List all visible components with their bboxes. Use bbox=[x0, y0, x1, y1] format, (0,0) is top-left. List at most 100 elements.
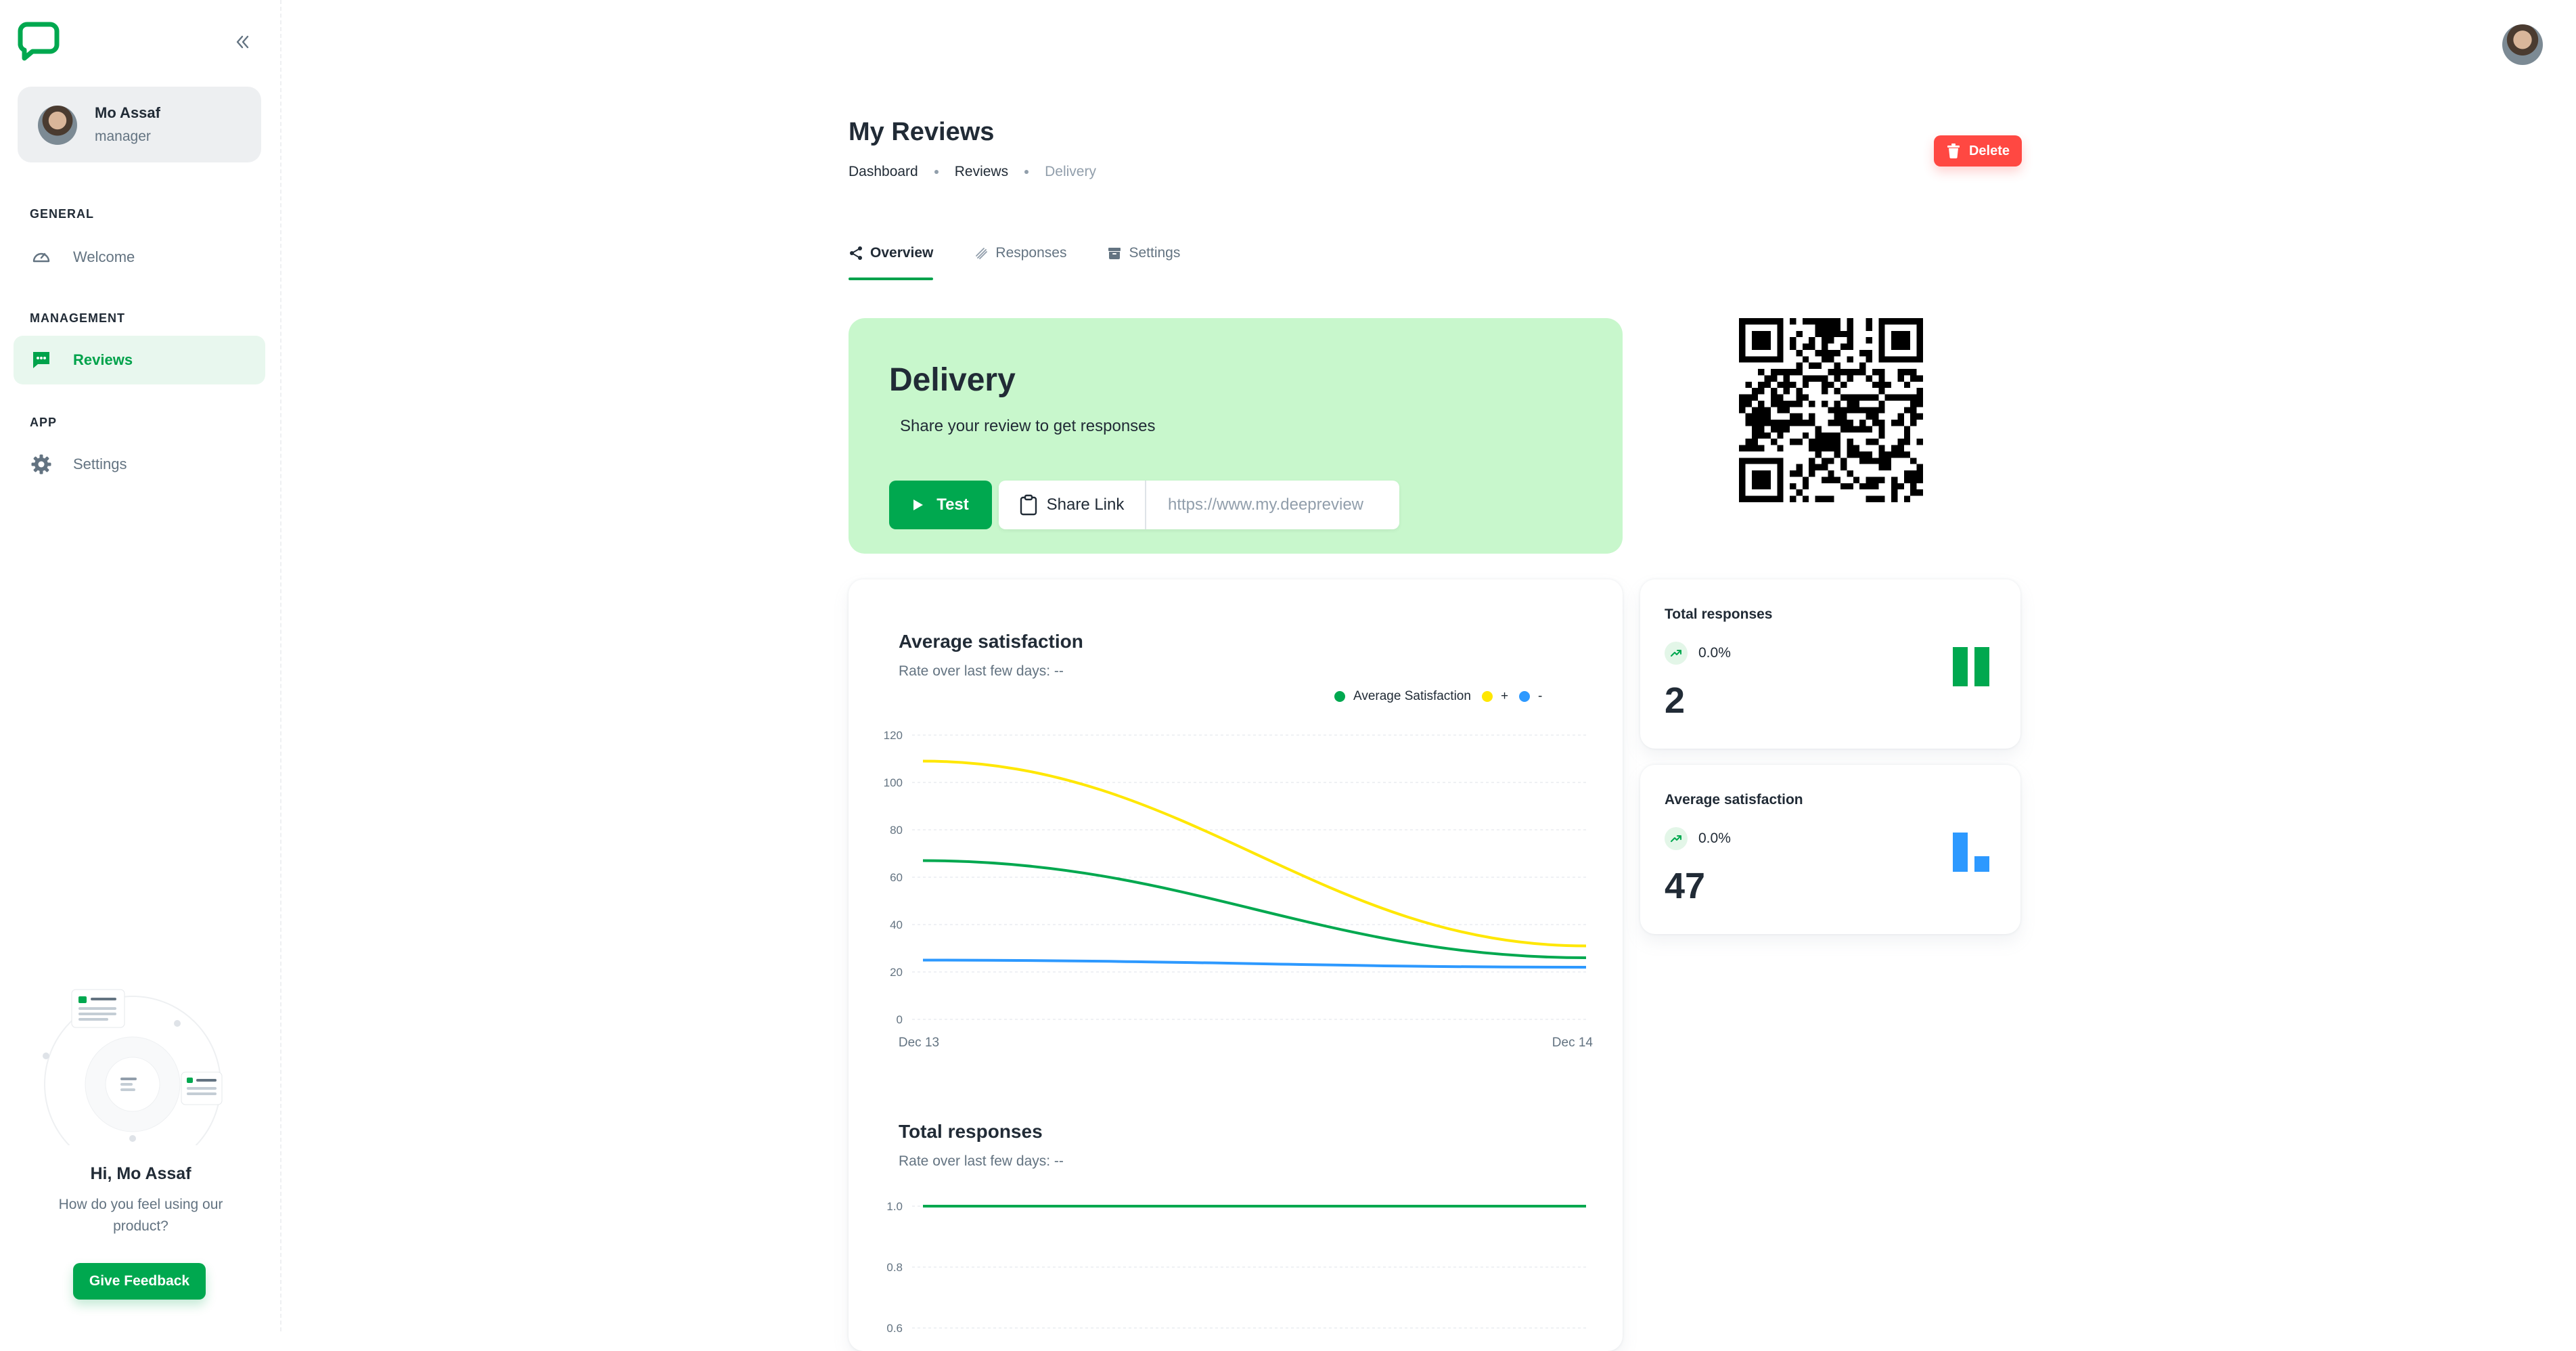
qr-module bbox=[1840, 426, 1847, 433]
qr-module bbox=[1777, 381, 1784, 389]
qr-module bbox=[1872, 495, 1879, 502]
qr-module bbox=[1751, 420, 1759, 426]
qr-module bbox=[1821, 349, 1828, 357]
qr-module bbox=[1897, 413, 1904, 420]
logo-icon[interactable] bbox=[18, 19, 60, 61]
qr-module bbox=[1815, 432, 1822, 439]
qr-module bbox=[1828, 330, 1834, 338]
review-title: Delivery bbox=[889, 362, 1016, 398]
qr-module bbox=[1878, 388, 1885, 395]
qr-module bbox=[1878, 381, 1885, 389]
qr-module bbox=[1815, 362, 1822, 370]
qr-module bbox=[1834, 445, 1841, 451]
qr-module bbox=[1796, 413, 1803, 420]
qr-module bbox=[1884, 451, 1892, 458]
qr-module bbox=[1897, 394, 1904, 401]
qr-module bbox=[1821, 324, 1828, 331]
qr-module bbox=[1802, 420, 1809, 426]
qr-module bbox=[1796, 362, 1803, 370]
qr-module bbox=[1834, 375, 1841, 382]
trending-up-icon bbox=[1665, 827, 1688, 850]
qr-module bbox=[1891, 445, 1898, 451]
qr-module bbox=[1847, 324, 1853, 331]
qr-module bbox=[1796, 470, 1803, 477]
breadcrumb-dashboard[interactable]: Dashboard bbox=[849, 164, 918, 180]
qr-module bbox=[1866, 318, 1872, 325]
qr-module bbox=[1866, 451, 1872, 458]
qr-module bbox=[1872, 439, 1879, 445]
qr-module bbox=[1834, 451, 1841, 458]
feedback-illustration bbox=[43, 989, 223, 1145]
qr-module bbox=[1897, 445, 1904, 451]
qr-module bbox=[1758, 445, 1765, 451]
qr-module bbox=[1847, 375, 1853, 382]
qr-module bbox=[1834, 477, 1841, 483]
qr-module bbox=[1903, 495, 1911, 502]
qr-module bbox=[1809, 375, 1815, 382]
qr-module bbox=[1790, 343, 1797, 350]
qr-module bbox=[1809, 464, 1815, 471]
qr-module bbox=[1758, 420, 1765, 426]
account-card[interactable]: Mo Assaf manager bbox=[18, 87, 261, 162]
qr-module bbox=[1891, 477, 1898, 483]
qr-module bbox=[1802, 495, 1809, 502]
qr-code[interactable] bbox=[1739, 318, 1923, 502]
breadcrumb: Dashboard Reviews Delivery bbox=[849, 164, 1096, 180]
qr-module bbox=[1872, 483, 1879, 490]
qr-module bbox=[1777, 394, 1784, 401]
qr-module bbox=[1828, 439, 1834, 445]
collapse-sidebar-button[interactable] bbox=[229, 28, 256, 56]
review-hero-card: Delivery Share your review to get respon… bbox=[849, 318, 1623, 554]
sidebar-item-settings[interactable]: Settings bbox=[14, 440, 265, 489]
qr-module bbox=[1916, 394, 1923, 401]
qr-module bbox=[1758, 407, 1765, 414]
delete-button[interactable]: Delete bbox=[1934, 135, 2022, 167]
qr-module bbox=[1840, 464, 1847, 471]
qr-module bbox=[1840, 369, 1847, 376]
stat-trend: 0.0% bbox=[1665, 642, 1731, 665]
qr-module bbox=[1790, 381, 1797, 389]
qr-module bbox=[1790, 413, 1797, 420]
tab-responses[interactable]: Responses bbox=[974, 240, 1066, 267]
qr-module bbox=[1783, 420, 1790, 426]
test-button[interactable]: Test bbox=[889, 481, 992, 529]
qr-module bbox=[1834, 369, 1841, 376]
qr-module bbox=[1866, 458, 1872, 464]
share-link-button[interactable]: Share Link bbox=[999, 481, 1146, 529]
tab-overview[interactable]: Overview bbox=[849, 240, 934, 280]
tab-settings[interactable]: Settings bbox=[1107, 240, 1180, 267]
sidebar-item-welcome[interactable]: Welcome bbox=[14, 233, 265, 282]
qr-module bbox=[1770, 369, 1778, 376]
qr-module bbox=[1815, 349, 1822, 357]
qr-module bbox=[1903, 369, 1911, 376]
qr-module bbox=[1859, 483, 1866, 490]
tab-label: Overview bbox=[870, 245, 934, 261]
sidebar-item-reviews[interactable]: Reviews bbox=[14, 336, 265, 384]
qr-module bbox=[1834, 413, 1841, 420]
breadcrumb-reviews[interactable]: Reviews bbox=[955, 164, 1008, 180]
share-url-input[interactable] bbox=[1146, 481, 1399, 529]
qr-module bbox=[1903, 381, 1911, 389]
qr-module bbox=[1777, 432, 1784, 439]
share-link-label: Share Link bbox=[1046, 495, 1125, 514]
qr-module bbox=[1859, 458, 1866, 464]
qr-module bbox=[1916, 413, 1923, 420]
qr-module bbox=[1751, 388, 1759, 395]
qr-module bbox=[1910, 394, 1917, 401]
give-feedback-button[interactable]: Give Feedback bbox=[73, 1263, 206, 1300]
qr-module bbox=[1796, 349, 1803, 357]
user-avatar[interactable] bbox=[2502, 24, 2543, 65]
qr-module bbox=[1847, 394, 1853, 401]
qr-module bbox=[1878, 458, 1885, 464]
qr-module bbox=[1821, 464, 1828, 471]
qr-module bbox=[1796, 420, 1803, 426]
qr-module bbox=[1764, 381, 1771, 389]
qr-module bbox=[1739, 445, 1746, 451]
clipboard-icon bbox=[1020, 494, 1037, 516]
qr-module bbox=[1834, 400, 1841, 407]
qr-module bbox=[1866, 439, 1872, 445]
qr-module bbox=[1802, 375, 1809, 382]
qr-module bbox=[1809, 362, 1815, 370]
qr-module bbox=[1821, 356, 1828, 363]
list-icon bbox=[976, 248, 988, 259]
